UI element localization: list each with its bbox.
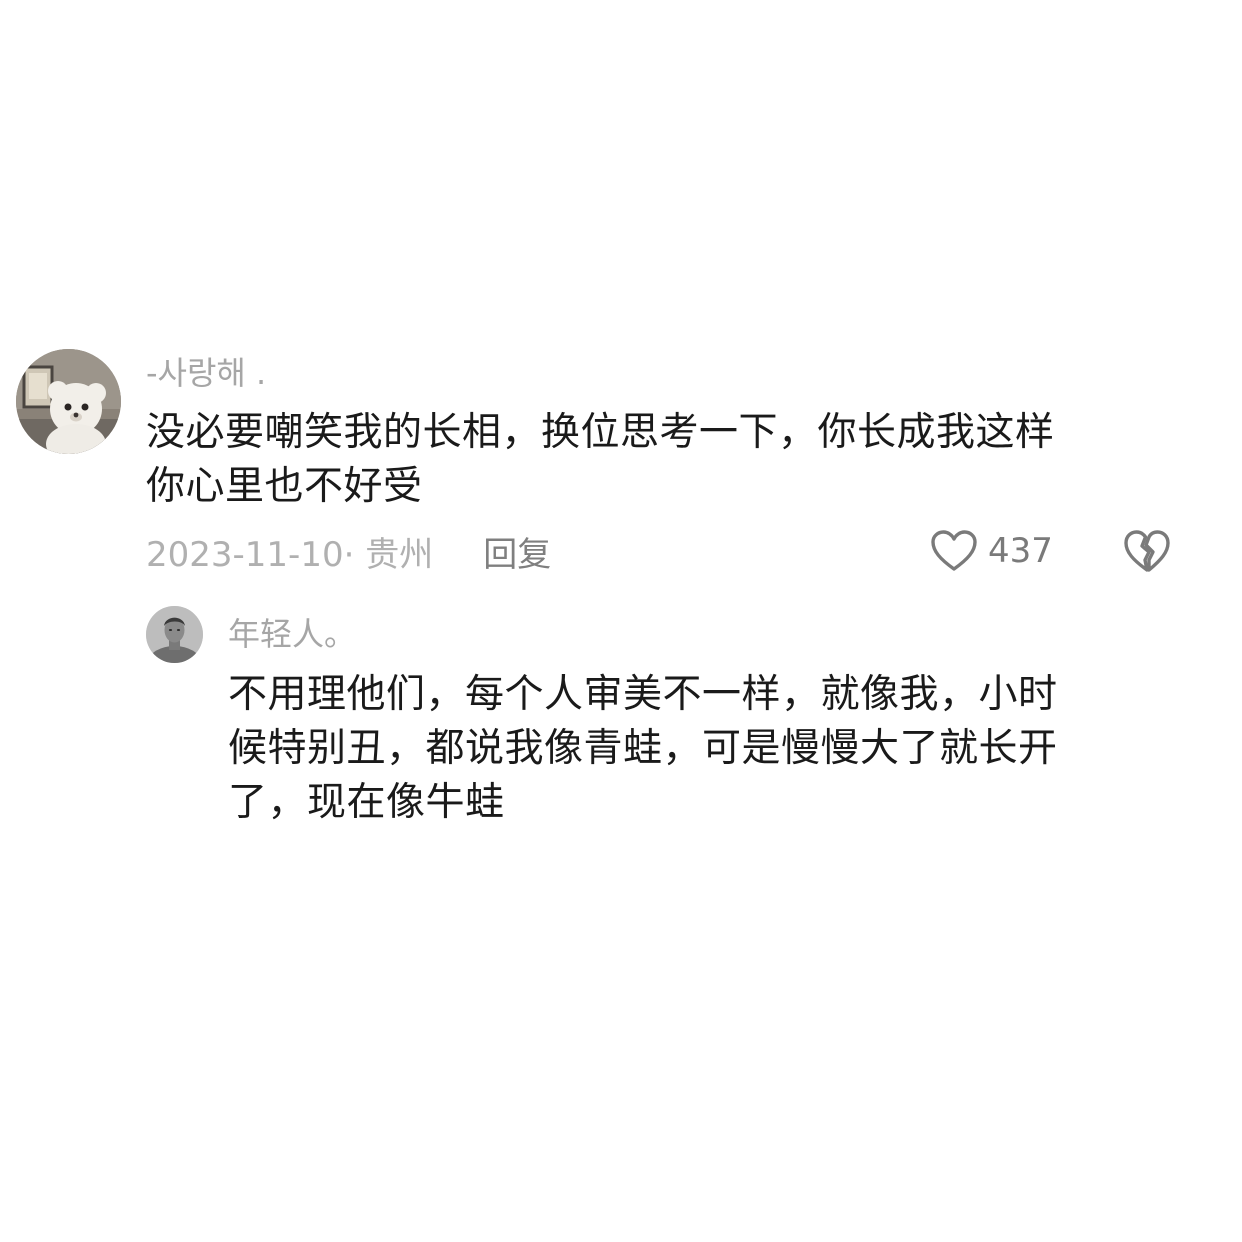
- reply-body: 不用理他们，每个人审美不一样，就像我，小时 候特别丑，都说我像青蛙，可是慢慢大了…: [228, 668, 1188, 830]
- heart-outline-icon: [931, 530, 977, 571]
- commenter-avatar[interactable]: [16, 349, 121, 454]
- commenter-username[interactable]: -사랑해 .: [146, 353, 266, 393]
- reply-button[interactable]: 回复: [483, 527, 551, 576]
- comment-line: 没必要嘲笑我的长相，换位思考一下，你长成我这样: [146, 410, 1055, 455]
- comment-body: 没必要嘲笑我的长相，换位思考一下，你长成我这样 你心里也不好受: [146, 406, 1186, 514]
- man-portrait-avatar-icon: [146, 606, 203, 663]
- comment-meta: 2023-11-10· 贵州 回复: [146, 527, 551, 576]
- reply-username[interactable]: 年轻人。: [228, 614, 356, 654]
- comment-date-location: 2023-11-10· 贵州: [146, 534, 434, 575]
- teddy-bear-avatar-icon: [16, 349, 121, 454]
- comment-line: 你心里也不好受: [146, 464, 423, 509]
- reply-avatar[interactable]: [146, 606, 203, 663]
- reply-line: 候特别丑，都说我像青蛙，可是慢慢大了就长开: [228, 726, 1058, 771]
- like-count: 437: [988, 531, 1053, 571]
- broken-heart-icon: [1124, 530, 1170, 572]
- reply-line: 不用理他们，每个人审美不一样，就像我，小时: [228, 672, 1058, 717]
- like-button[interactable]: 437: [930, 526, 1053, 576]
- dislike-button[interactable]: [1122, 528, 1172, 574]
- reply-line: 了，现在像牛蛙: [228, 780, 505, 825]
